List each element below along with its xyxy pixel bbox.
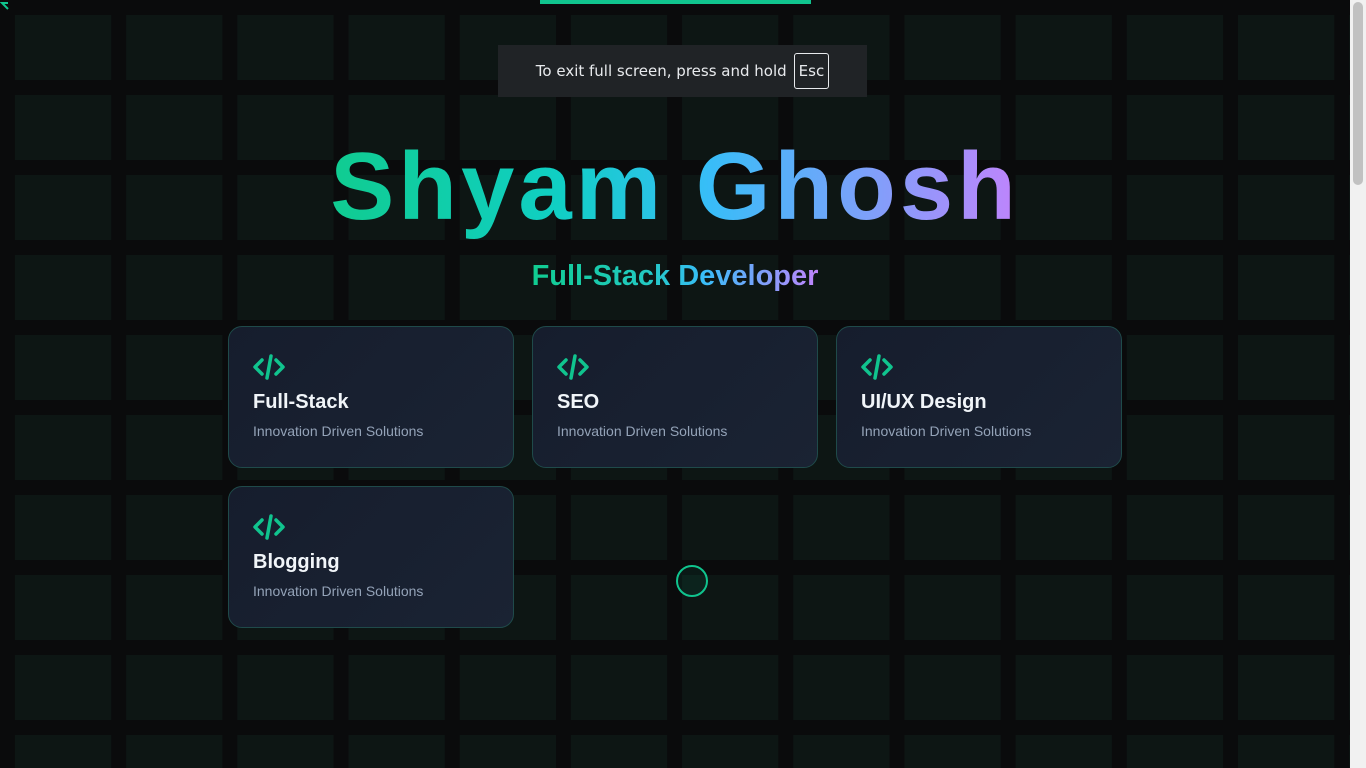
scrollbar-thumb[interactable] (1353, 2, 1363, 185)
code-icon (861, 354, 893, 380)
service-card-full-stack[interactable]: Full-Stack Innovation Driven Solutions (228, 326, 514, 468)
card-subtitle: Innovation Driven Solutions (557, 423, 728, 439)
fullscreen-notice-text: To exit full screen, press and hold (535, 62, 787, 80)
service-card-ui-ux-design[interactable]: UI/UX Design Innovation Driven Solutions (836, 326, 1122, 468)
card-subtitle: Innovation Driven Solutions (861, 423, 1032, 439)
progress-bar (540, 0, 811, 4)
hero-name-text: Shyam Ghosh (330, 133, 1020, 240)
service-card-seo[interactable]: SEO Innovation Driven Solutions (532, 326, 818, 468)
hero-role: Full-Stack Developer (0, 256, 1350, 296)
custom-cursor (676, 565, 708, 597)
fullscreen-notice: To exit full screen, press and hold Esc (498, 45, 867, 97)
scrollbar[interactable] (1350, 0, 1366, 768)
corner-chevron-icon (0, 2, 9, 10)
code-icon (253, 514, 285, 540)
card-title: SEO (557, 391, 600, 413)
code-icon (557, 354, 589, 380)
card-title: UI/UX Design (861, 391, 987, 413)
card-subtitle: Innovation Driven Solutions (253, 583, 424, 599)
hero-name: Shyam Ghosh (0, 128, 1350, 246)
hero-role-text: Full-Stack Developer (531, 260, 819, 292)
card-title: Full-Stack (253, 391, 349, 413)
page: To exit full screen, press and hold Esc … (0, 0, 1366, 768)
esc-key-badge: Esc (793, 53, 830, 89)
card-title: Blogging (253, 551, 340, 573)
code-icon (253, 354, 285, 380)
service-card-blogging[interactable]: Blogging Innovation Driven Solutions (228, 486, 514, 628)
card-subtitle: Innovation Driven Solutions (253, 423, 424, 439)
